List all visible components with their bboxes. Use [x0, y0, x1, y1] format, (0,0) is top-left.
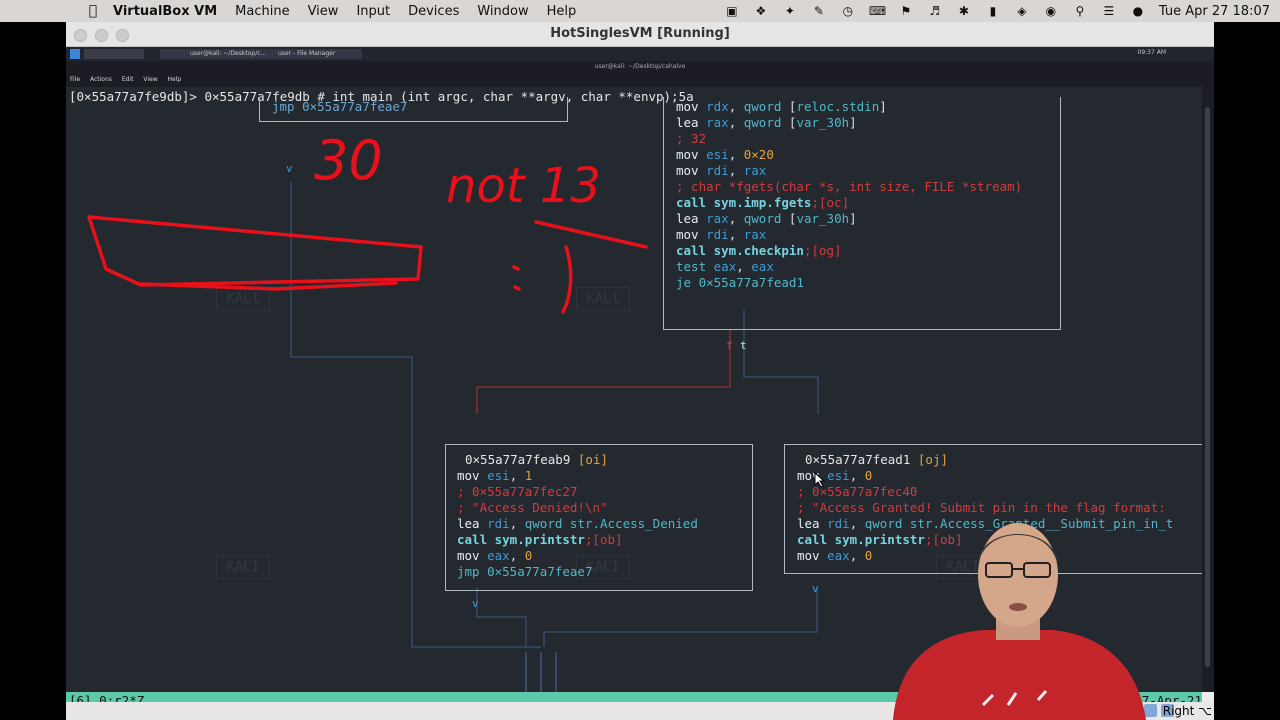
menu-view[interactable]: View — [299, 4, 348, 19]
menu-help[interactable]: Help — [538, 4, 586, 19]
dropbox-icon[interactable]: ❖ — [753, 4, 769, 18]
menu-devices[interactable]: Devices — [399, 4, 468, 19]
annotation-smile: :) — [506, 266, 531, 306]
screen-record-icon[interactable]: ▣ — [724, 4, 740, 18]
flag-icon[interactable]: ⚑ — [898, 4, 914, 18]
scribble-box — [87, 215, 423, 287]
presenter-photo — [893, 523, 1146, 720]
smile-paren — [561, 245, 573, 314]
taskbar-terminal[interactable]: user@kali: ~/Desktop/c... — [186, 49, 276, 59]
search-icon[interactable]: ⚲ — [1072, 4, 1088, 18]
siri-icon[interactable]: ● — [1130, 4, 1146, 18]
slash-line — [534, 220, 648, 249]
terminal-menu-file[interactable]: File — [70, 76, 80, 83]
menu-machine[interactable]: Machine — [226, 4, 298, 19]
annotation-number: 30 — [314, 129, 383, 192]
menu-input[interactable]: Input — [347, 4, 399, 19]
bluetooth-icon[interactable]: ✱ — [956, 4, 972, 18]
pen-icon[interactable]: ✎ — [811, 4, 827, 18]
terminal-menu-view[interactable]: View — [143, 76, 157, 83]
time-machine-icon[interactable]: ◷ — [840, 4, 856, 18]
volume-icon[interactable]: ♬ — [927, 4, 943, 18]
menu-app-name[interactable]: VirtualBox VM — [104, 4, 226, 19]
keyboard-icon[interactable]: ⌨ — [869, 4, 886, 18]
terminal-menu-edit[interactable]: Edit — [122, 76, 134, 83]
kali-clock: 09:37 AM — [1137, 49, 1166, 56]
terminal-menu-actions[interactable]: Actions — [90, 76, 112, 83]
menu-window[interactable]: Window — [468, 4, 537, 19]
menu-extras: ▣ ❖ ✦ ✎ ◷ ⌨ ⚑ ♬ ✱ ▮ ◈ ◉ ⚲ ☰ ● Tue Apr 27… — [724, 0, 1270, 22]
terminal-menu-help[interactable]: Help — [168, 76, 182, 83]
taskbar-file-manager[interactable]: user - File Manager — [274, 49, 362, 59]
window-title: HotSinglesVM [Running] — [550, 26, 730, 41]
kali-top-panel: user@kali: ~/Desktop/c... user - File Ma… — [66, 47, 1214, 61]
mac-menu-bar:  VirtualBox VM Machine View Input Devic… — [0, 0, 1280, 22]
wifi-icon[interactable]: ◈ — [1014, 4, 1030, 18]
host-key-label: Right ⌥ — [1162, 704, 1212, 718]
pin-icon[interactable]: ✦ — [782, 4, 798, 18]
user-icon[interactable]: ◉ — [1043, 4, 1059, 18]
kali-menu-icon[interactable] — [70, 49, 80, 59]
menu-datetime[interactable]: Tue Apr 27 18:07 — [1159, 4, 1270, 19]
terminal-menu: File Actions Edit View Help — [66, 73, 1214, 87]
apple-icon[interactable]:  — [82, 3, 104, 19]
terminal-titlebar: user@kali: ~/Desktop/cahalve — [66, 61, 1214, 73]
window-titlebar[interactable]: HotSinglesVM [Running] — [66, 22, 1214, 47]
battery-icon[interactable]: ▮ — [985, 4, 1001, 18]
webcam-overlay — [888, 505, 1148, 720]
kali-launchers[interactable] — [84, 49, 144, 59]
control-center-icon[interactable]: ☰ — [1101, 4, 1117, 18]
terminal-scrollbar[interactable] — [1202, 87, 1214, 692]
annotation-text: not 13 — [446, 158, 601, 214]
scrollbar-thumb[interactable] — [1205, 107, 1210, 667]
